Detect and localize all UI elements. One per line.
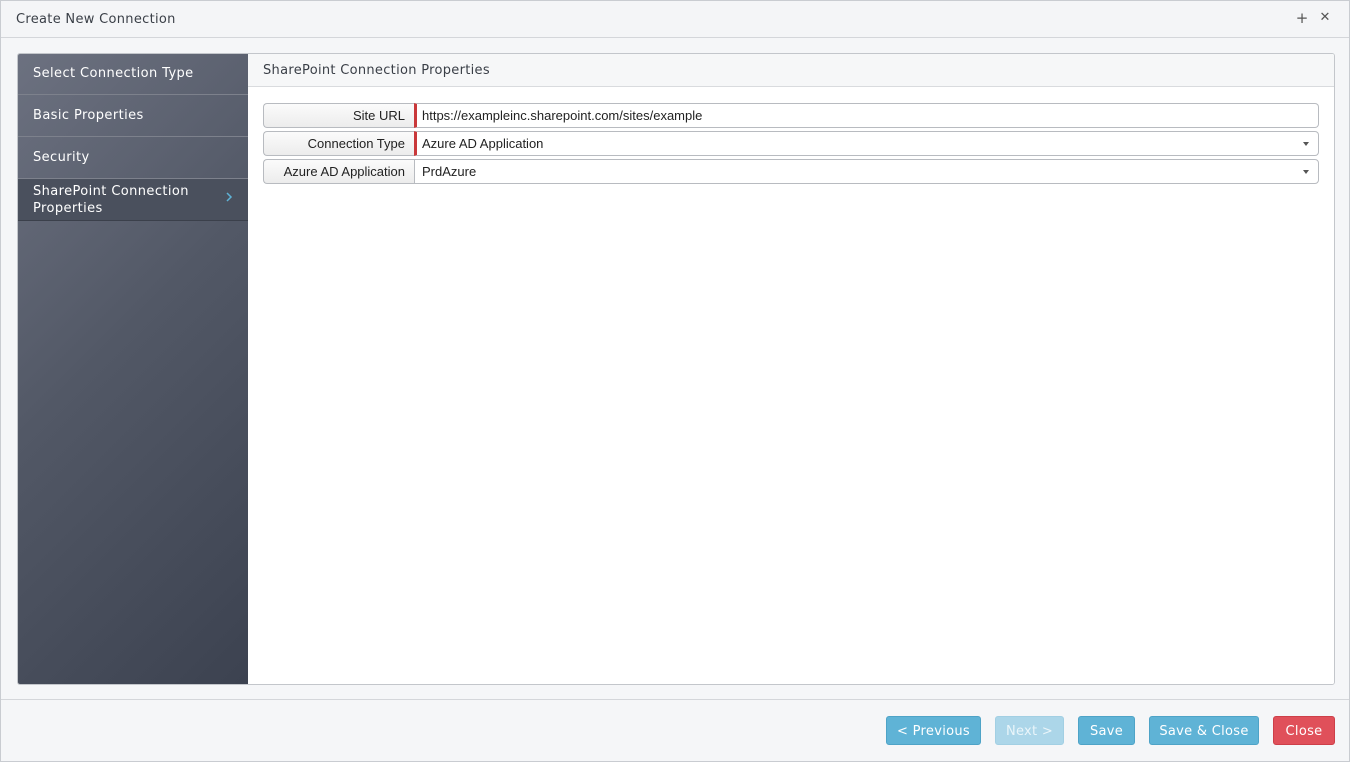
connection-type-label: Connection Type xyxy=(263,131,414,156)
dropdown-caret-icon[interactable] xyxy=(1303,142,1309,146)
save-and-close-button[interactable]: Save & Close xyxy=(1149,716,1259,745)
sidebar-item-security[interactable]: Security xyxy=(18,137,248,179)
sidebar-item-select-connection-type[interactable]: Select Connection Type xyxy=(18,54,248,95)
connection-type-select[interactable]: Azure AD Application xyxy=(414,131,1319,156)
dialog-title: Create New Connection xyxy=(16,12,176,27)
sidebar-item-label-line2: Properties xyxy=(33,201,103,216)
field-row-site-url: Site URL https://exampleinc.sharepoint.c… xyxy=(263,103,1319,128)
dropdown-caret-icon[interactable] xyxy=(1303,170,1309,174)
content-header: SharePoint Connection Properties xyxy=(248,54,1334,87)
title-bar: Create New Connection + ✕ xyxy=(1,1,1349,38)
maximize-button[interactable]: + xyxy=(1295,10,1309,26)
previous-button[interactable]: < Previous xyxy=(886,716,981,745)
site-url-label: Site URL xyxy=(263,103,414,128)
next-button[interactable]: Next > xyxy=(995,716,1064,745)
content-area: SharePoint Connection Properties Site UR… xyxy=(248,54,1334,684)
azure-ad-application-label: Azure AD Application xyxy=(263,159,414,184)
chevron-right-icon xyxy=(226,192,233,202)
sidebar-item-label: Security xyxy=(33,150,90,165)
sidebar-item-basic-properties[interactable]: Basic Properties xyxy=(18,95,248,137)
sidebar-item-label: Select Connection Type xyxy=(33,66,194,81)
site-url-input[interactable]: https://exampleinc.sharepoint.com/sites/… xyxy=(414,103,1319,128)
sidebar-item-label-line1: SharePoint Connection xyxy=(33,184,189,199)
sidebar-item-sharepoint-connection-properties[interactable]: SharePoint Connection Properties xyxy=(18,179,248,221)
field-row-connection-type: Connection Type Azure AD Application xyxy=(263,131,1319,156)
footer-divider xyxy=(1,699,1349,700)
wizard-sidebar: Select Connection Type Basic Properties … xyxy=(18,54,248,684)
close-button[interactable]: Close xyxy=(1273,716,1335,745)
create-connection-dialog: Create New Connection + ✕ Select Connect… xyxy=(0,0,1350,762)
azure-ad-application-value: PrdAzure xyxy=(422,164,477,179)
field-row-azure-ad-application: Azure AD Application PrdAzure xyxy=(263,159,1319,184)
azure-ad-application-select[interactable]: PrdAzure xyxy=(414,159,1319,184)
save-button[interactable]: Save xyxy=(1078,716,1135,745)
sidebar-item-label: Basic Properties xyxy=(33,108,144,123)
wizard-panel: Select Connection Type Basic Properties … xyxy=(17,53,1335,685)
connection-type-value: Azure AD Application xyxy=(422,136,544,151)
close-icon[interactable]: ✕ xyxy=(1318,10,1332,26)
